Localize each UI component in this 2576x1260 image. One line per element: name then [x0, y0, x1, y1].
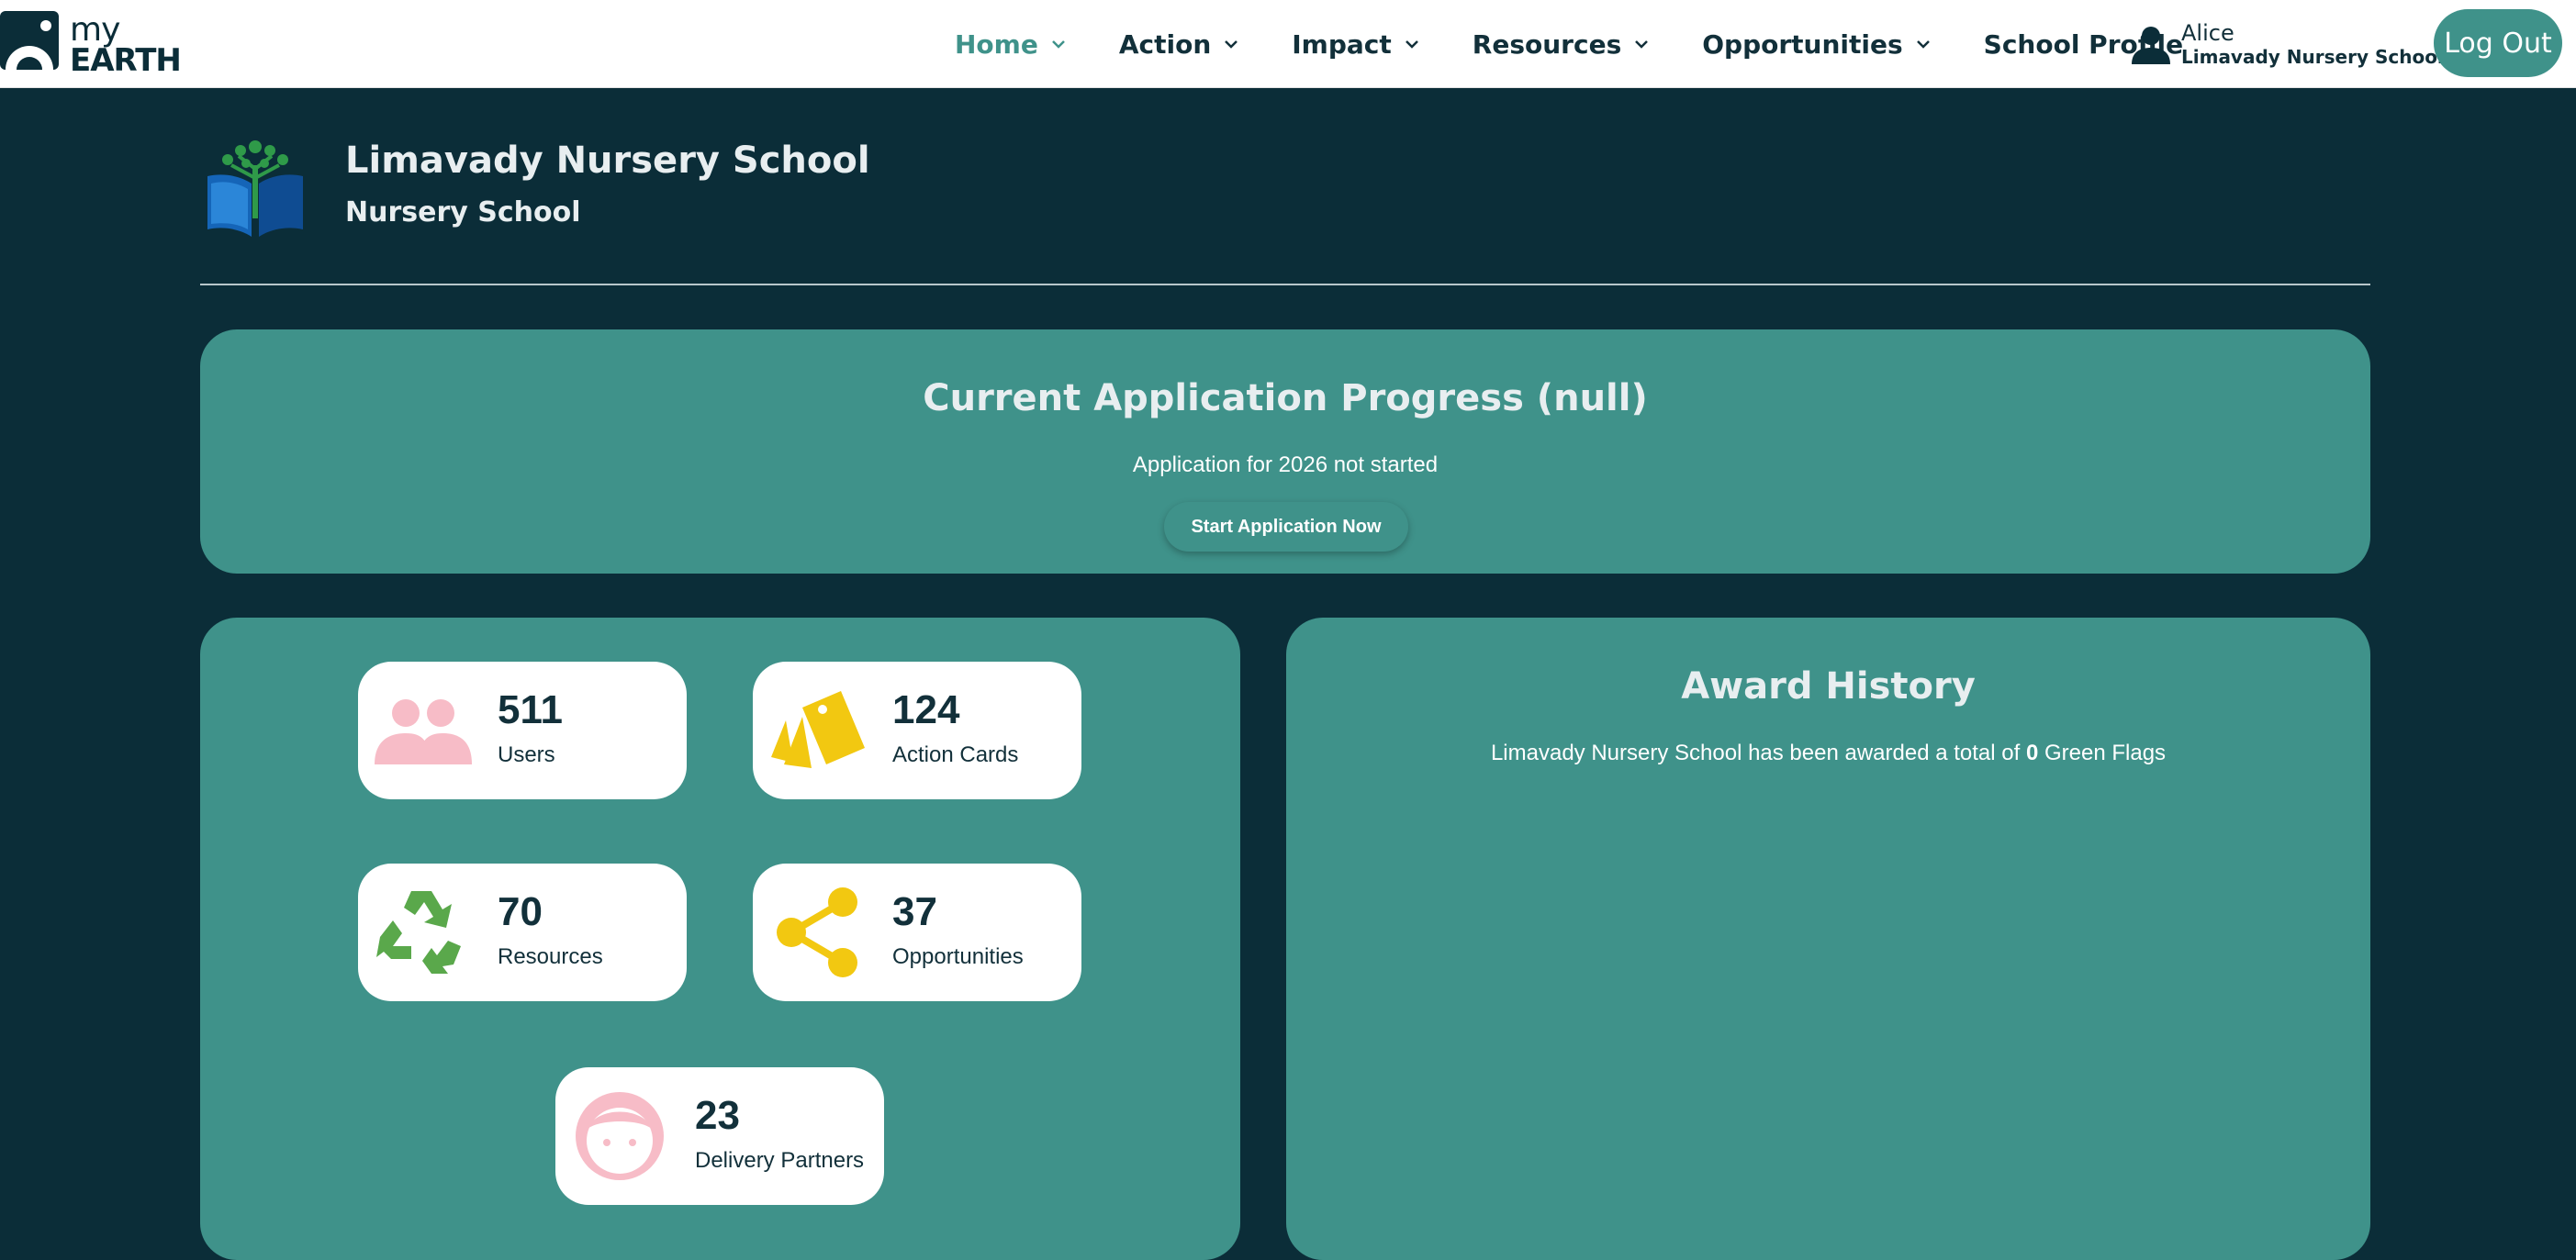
- award-text-prefix: Limavady Nursery School has been awarded…: [1490, 741, 2026, 765]
- school-name: Limavady Nursery School: [345, 139, 870, 182]
- nav-impact-label: Impact: [1292, 28, 1392, 60]
- award-history-panel: Award History Limavady Nursery School ha…: [1286, 618, 2370, 1260]
- chevron-down-icon: [1405, 40, 1418, 49]
- stat-card-opportunities[interactable]: 37 Opportunities: [753, 864, 1081, 1001]
- face-icon: [576, 1092, 664, 1180]
- stat-value: 23: [695, 1093, 740, 1138]
- stat-value: 37: [892, 889, 937, 934]
- nav-home-label: Home: [955, 28, 1038, 60]
- stat-value: 511: [498, 687, 563, 732]
- nav-home[interactable]: Home: [955, 29, 1066, 60]
- main-navigation: Home Action Impact Resources Opportuniti…: [955, 0, 2236, 88]
- green-flag-count: 0: [2025, 741, 2039, 765]
- recycle-icon: [376, 891, 461, 974]
- stat-card-delivery-partners[interactable]: 23 Delivery Partners: [555, 1067, 884, 1205]
- nav-action-label: Action: [1118, 28, 1212, 60]
- stat-label: Action Cards: [892, 742, 1019, 767]
- stat-label: Resources: [498, 944, 603, 969]
- user-menu[interactable]: Alice Limavady Nursery School: [2130, 20, 2444, 70]
- header-divider: [200, 284, 2370, 285]
- top-navigation-bar: my EARTH Home Action Impact Resources Op…: [0, 0, 2576, 88]
- start-application-button[interactable]: Start Application Now: [1164, 502, 1408, 552]
- chevron-down-icon: [1051, 40, 1065, 49]
- user-name: Alice: [2181, 20, 2234, 46]
- stat-value: 124: [892, 687, 960, 732]
- stat-value: 70: [498, 889, 543, 934]
- stat-label: Opportunities: [892, 944, 1024, 969]
- stat-label: Delivery Partners: [695, 1148, 865, 1173]
- progress-title: Current Application Progress (null): [923, 377, 1648, 419]
- award-text-suffix: Green Flags: [2038, 741, 2167, 765]
- award-history-title: Award History: [1681, 665, 1976, 708]
- logo-mark-icon: [0, 11, 59, 70]
- log-out-button[interactable]: Log Out: [2434, 9, 2562, 77]
- user-school: Limavady Nursery School: [2181, 46, 2444, 68]
- nav-resources[interactable]: Resources: [1473, 29, 1649, 60]
- nav-opportunities[interactable]: Opportunities: [1702, 29, 1930, 60]
- nav-action[interactable]: Action: [1119, 29, 1238, 60]
- school-type: Nursery School: [345, 196, 581, 229]
- application-progress-panel: Current Application Progress (null) Appl…: [200, 329, 2370, 574]
- nav-impact[interactable]: Impact: [1292, 29, 1419, 60]
- cards-icon: [771, 691, 865, 768]
- progress-status: Application for 2026 not started: [1132, 452, 1439, 477]
- logo-text-my: my: [70, 11, 120, 49]
- nav-opportunities-label: Opportunities: [1702, 28, 1903, 60]
- myearth-logo[interactable]: my EARTH: [0, 9, 184, 77]
- chevron-down-icon: [1225, 40, 1238, 49]
- stats-panel: 511 Users 124 Action Cards 70 Resources …: [200, 618, 1240, 1260]
- award-history-text: Limavady Nursery School has been awarded…: [1286, 741, 2370, 766]
- users-icon: [375, 699, 472, 764]
- share-icon: [777, 887, 857, 977]
- stat-label: Users: [498, 742, 555, 767]
- school-tree-book-icon: [207, 140, 303, 237]
- user-icon: [2132, 27, 2170, 64]
- stat-card-resources[interactable]: 70 Resources: [358, 864, 687, 1001]
- stat-card-users[interactable]: 511 Users: [358, 662, 687, 799]
- nav-resources-label: Resources: [1472, 28, 1622, 60]
- chevron-down-icon: [1635, 40, 1649, 49]
- logo-text-earth: EARTH: [70, 42, 182, 79]
- chevron-down-icon: [1916, 40, 1930, 49]
- stat-card-action-cards[interactable]: 124 Action Cards: [753, 662, 1081, 799]
